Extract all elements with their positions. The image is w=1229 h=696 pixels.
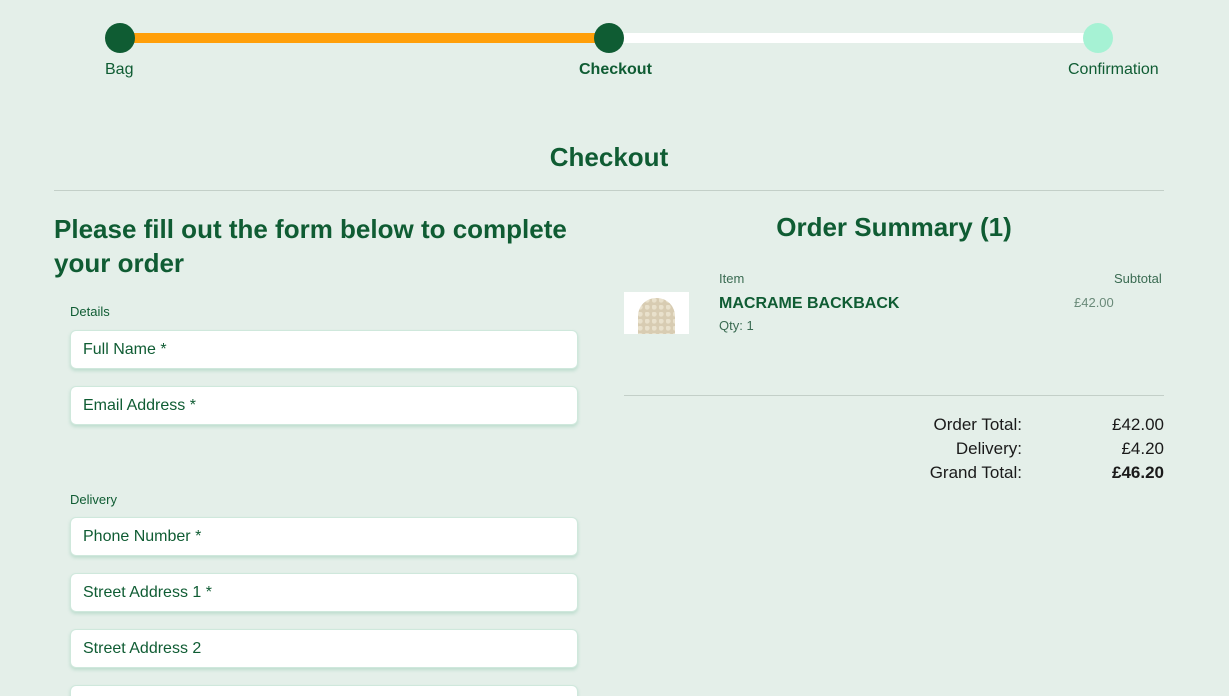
progress-bar-complete — [120, 33, 609, 43]
step-bag-label[interactable]: Bag — [105, 61, 133, 79]
delivery-cost-label: Delivery: — [955, 439, 1022, 458]
order-total-label: Order Total: — [933, 415, 1022, 434]
summary-divider — [624, 395, 1164, 396]
order-total-value: £42.00 — [1112, 415, 1164, 434]
item-name[interactable]: MACRAME BACKBACK — [719, 295, 899, 313]
order-total-row: Order Total: £42.00 — [860, 415, 1164, 439]
subtotal-column-header: Subtotal — [1114, 271, 1162, 286]
checkout-progress-stepper: Bag Checkout Confirmation — [0, 0, 1229, 90]
street-address-1-input[interactable] — [71, 574, 577, 611]
item-quantity: Qty: 1 — [719, 318, 754, 333]
step-confirmation-label: Confirmation — [1068, 61, 1159, 78]
product-thumbnail[interactable] — [624, 292, 689, 334]
step-checkout-label: Checkout — [579, 61, 652, 78]
email-field[interactable] — [70, 386, 578, 425]
order-summary-title: Order Summary (1) — [776, 212, 1012, 242]
grand-total-row: Grand Total: £46.20 — [860, 463, 1164, 487]
title-divider — [54, 190, 1164, 191]
form-heading: Please fill out the form below to comple… — [54, 214, 567, 278]
delivery-cost-value: £4.20 — [1121, 439, 1164, 458]
grand-total-label: Grand Total: — [929, 463, 1022, 482]
backpack-image — [638, 298, 675, 334]
delivery-cost-row: Delivery: £4.20 — [860, 439, 1164, 463]
full-name-field[interactable] — [70, 330, 578, 369]
item-column-header: Item — [719, 271, 745, 286]
details-section-label: Details — [70, 304, 110, 319]
delivery-section-label: Delivery — [70, 492, 117, 507]
step-bag-dot[interactable] — [105, 23, 135, 53]
phone-field[interactable] — [70, 517, 578, 556]
full-name-input[interactable] — [71, 331, 577, 368]
step-confirmation-dot — [1083, 23, 1113, 53]
email-input[interactable] — [71, 387, 577, 424]
street-address-2-field[interactable] — [70, 629, 578, 668]
progress-bar-remaining — [609, 33, 1098, 43]
grand-total-value: £46.20 — [1112, 463, 1164, 482]
page-title: Checkout — [549, 142, 669, 172]
step-checkout-dot[interactable] — [594, 23, 624, 53]
street-address-1-field[interactable] — [70, 573, 578, 612]
item-subtotal: £42.00 — [1074, 295, 1114, 310]
next-address-field[interactable] — [70, 685, 578, 696]
phone-input[interactable] — [71, 518, 577, 555]
street-address-2-input[interactable] — [71, 630, 577, 667]
